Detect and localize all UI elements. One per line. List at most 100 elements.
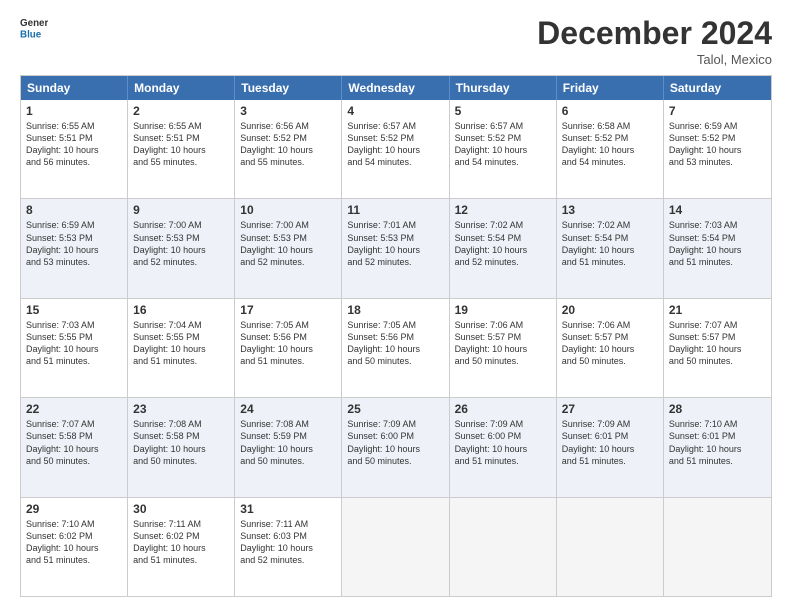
- day-number: 14: [669, 203, 766, 217]
- cell-4-thu: 26 Sunrise: 7:09 AMSunset: 6:00 PMDaylig…: [450, 398, 557, 496]
- day-number: 2: [133, 104, 229, 118]
- cell-3-thu: 19 Sunrise: 7:06 AMSunset: 5:57 PMDaylig…: [450, 299, 557, 397]
- cell-content: Sunrise: 7:07 AMSunset: 5:57 PMDaylight:…: [669, 319, 766, 368]
- day-number: 9: [133, 203, 229, 217]
- cell-5-tue: 31 Sunrise: 7:11 AMSunset: 6:03 PMDaylig…: [235, 498, 342, 596]
- cell-content: Sunrise: 7:03 AMSunset: 5:54 PMDaylight:…: [669, 219, 766, 268]
- month-title: December 2024: [537, 15, 772, 52]
- cell-1-sat: 7 Sunrise: 6:59 AMSunset: 5:52 PMDayligh…: [664, 100, 771, 198]
- cell-3-mon: 16 Sunrise: 7:04 AMSunset: 5:55 PMDaylig…: [128, 299, 235, 397]
- col-tuesday: Tuesday: [235, 76, 342, 100]
- cell-2-mon: 9 Sunrise: 7:00 AMSunset: 5:53 PMDayligh…: [128, 199, 235, 297]
- cell-4-tue: 24 Sunrise: 7:08 AMSunset: 5:59 PMDaylig…: [235, 398, 342, 496]
- day-number: 28: [669, 402, 766, 416]
- day-number: 3: [240, 104, 336, 118]
- day-number: 31: [240, 502, 336, 516]
- svg-text:General: General: [20, 18, 48, 29]
- cell-2-sat: 14 Sunrise: 7:03 AMSunset: 5:54 PMDaylig…: [664, 199, 771, 297]
- cell-2-sun: 8 Sunrise: 6:59 AMSunset: 5:53 PMDayligh…: [21, 199, 128, 297]
- day-number: 12: [455, 203, 551, 217]
- cell-content: Sunrise: 6:55 AMSunset: 5:51 PMDaylight:…: [133, 120, 229, 169]
- calendar: Sunday Monday Tuesday Wednesday Thursday…: [20, 75, 772, 597]
- cell-4-sun: 22 Sunrise: 7:07 AMSunset: 5:58 PMDaylig…: [21, 398, 128, 496]
- day-number: 23: [133, 402, 229, 416]
- cell-content: Sunrise: 7:11 AMSunset: 6:03 PMDaylight:…: [240, 518, 336, 567]
- day-number: 6: [562, 104, 658, 118]
- col-wednesday: Wednesday: [342, 76, 449, 100]
- cell-content: Sunrise: 7:05 AMSunset: 5:56 PMDaylight:…: [347, 319, 443, 368]
- col-sunday: Sunday: [21, 76, 128, 100]
- day-number: 7: [669, 104, 766, 118]
- col-saturday: Saturday: [664, 76, 771, 100]
- day-number: 8: [26, 203, 122, 217]
- cell-3-wed: 18 Sunrise: 7:05 AMSunset: 5:56 PMDaylig…: [342, 299, 449, 397]
- cell-content: Sunrise: 7:00 AMSunset: 5:53 PMDaylight:…: [133, 219, 229, 268]
- cell-content: Sunrise: 7:02 AMSunset: 5:54 PMDaylight:…: [455, 219, 551, 268]
- calendar-body: 1 Sunrise: 6:55 AMSunset: 5:51 PMDayligh…: [21, 100, 771, 596]
- day-number: 16: [133, 303, 229, 317]
- day-number: 27: [562, 402, 658, 416]
- day-number: 29: [26, 502, 122, 516]
- day-number: 30: [133, 502, 229, 516]
- day-number: 22: [26, 402, 122, 416]
- cell-content: Sunrise: 7:09 AMSunset: 6:00 PMDaylight:…: [455, 418, 551, 467]
- cell-content: Sunrise: 6:56 AMSunset: 5:52 PMDaylight:…: [240, 120, 336, 169]
- cell-content: Sunrise: 7:10 AMSunset: 6:02 PMDaylight:…: [26, 518, 122, 567]
- cell-3-sat: 21 Sunrise: 7:07 AMSunset: 5:57 PMDaylig…: [664, 299, 771, 397]
- cell-1-sun: 1 Sunrise: 6:55 AMSunset: 5:51 PMDayligh…: [21, 100, 128, 198]
- cell-5-sun: 29 Sunrise: 7:10 AMSunset: 6:02 PMDaylig…: [21, 498, 128, 596]
- day-number: 20: [562, 303, 658, 317]
- cell-4-mon: 23 Sunrise: 7:08 AMSunset: 5:58 PMDaylig…: [128, 398, 235, 496]
- col-monday: Monday: [128, 76, 235, 100]
- week-row-3: 15 Sunrise: 7:03 AMSunset: 5:55 PMDaylig…: [21, 298, 771, 397]
- cell-content: Sunrise: 7:04 AMSunset: 5:55 PMDaylight:…: [133, 319, 229, 368]
- day-number: 1: [26, 104, 122, 118]
- cell-content: Sunrise: 6:57 AMSunset: 5:52 PMDaylight:…: [455, 120, 551, 169]
- cell-1-thu: 5 Sunrise: 6:57 AMSunset: 5:52 PMDayligh…: [450, 100, 557, 198]
- cell-5-mon: 30 Sunrise: 7:11 AMSunset: 6:02 PMDaylig…: [128, 498, 235, 596]
- calendar-header: Sunday Monday Tuesday Wednesday Thursday…: [21, 76, 771, 100]
- cell-3-sun: 15 Sunrise: 7:03 AMSunset: 5:55 PMDaylig…: [21, 299, 128, 397]
- cell-3-tue: 17 Sunrise: 7:05 AMSunset: 5:56 PMDaylig…: [235, 299, 342, 397]
- week-row-1: 1 Sunrise: 6:55 AMSunset: 5:51 PMDayligh…: [21, 100, 771, 198]
- day-number: 25: [347, 402, 443, 416]
- day-number: 18: [347, 303, 443, 317]
- svg-text:Blue: Blue: [20, 29, 42, 40]
- cell-content: Sunrise: 7:05 AMSunset: 5:56 PMDaylight:…: [240, 319, 336, 368]
- day-number: 4: [347, 104, 443, 118]
- cell-1-tue: 3 Sunrise: 6:56 AMSunset: 5:52 PMDayligh…: [235, 100, 342, 198]
- cell-5-thu-empty: [450, 498, 557, 596]
- cell-5-sat-empty: [664, 498, 771, 596]
- cell-2-thu: 12 Sunrise: 7:02 AMSunset: 5:54 PMDaylig…: [450, 199, 557, 297]
- page: General Blue December 2024 Talol, Mexico…: [0, 0, 792, 612]
- cell-content: Sunrise: 7:01 AMSunset: 5:53 PMDaylight:…: [347, 219, 443, 268]
- logo: General Blue: [20, 15, 48, 43]
- cell-1-wed: 4 Sunrise: 6:57 AMSunset: 5:52 PMDayligh…: [342, 100, 449, 198]
- cell-content: Sunrise: 6:59 AMSunset: 5:52 PMDaylight:…: [669, 120, 766, 169]
- cell-content: Sunrise: 7:02 AMSunset: 5:54 PMDaylight:…: [562, 219, 658, 268]
- header: General Blue December 2024 Talol, Mexico: [20, 15, 772, 67]
- cell-2-tue: 10 Sunrise: 7:00 AMSunset: 5:53 PMDaylig…: [235, 199, 342, 297]
- cell-content: Sunrise: 6:55 AMSunset: 5:51 PMDaylight:…: [26, 120, 122, 169]
- day-number: 5: [455, 104, 551, 118]
- cell-content: Sunrise: 7:06 AMSunset: 5:57 PMDaylight:…: [455, 319, 551, 368]
- day-number: 17: [240, 303, 336, 317]
- cell-content: Sunrise: 7:09 AMSunset: 6:00 PMDaylight:…: [347, 418, 443, 467]
- week-row-5: 29 Sunrise: 7:10 AMSunset: 6:02 PMDaylig…: [21, 497, 771, 596]
- col-thursday: Thursday: [450, 76, 557, 100]
- cell-5-fri-empty: [557, 498, 664, 596]
- day-number: 19: [455, 303, 551, 317]
- cell-content: Sunrise: 7:08 AMSunset: 5:59 PMDaylight:…: [240, 418, 336, 467]
- cell-content: Sunrise: 7:11 AMSunset: 6:02 PMDaylight:…: [133, 518, 229, 567]
- week-row-4: 22 Sunrise: 7:07 AMSunset: 5:58 PMDaylig…: [21, 397, 771, 496]
- cell-content: Sunrise: 7:00 AMSunset: 5:53 PMDaylight:…: [240, 219, 336, 268]
- col-friday: Friday: [557, 76, 664, 100]
- day-number: 13: [562, 203, 658, 217]
- day-number: 24: [240, 402, 336, 416]
- cell-content: Sunrise: 7:07 AMSunset: 5:58 PMDaylight:…: [26, 418, 122, 467]
- cell-1-fri: 6 Sunrise: 6:58 AMSunset: 5:52 PMDayligh…: [557, 100, 664, 198]
- day-number: 10: [240, 203, 336, 217]
- logo-icon: General Blue: [20, 15, 48, 43]
- cell-content: Sunrise: 7:03 AMSunset: 5:55 PMDaylight:…: [26, 319, 122, 368]
- day-number: 11: [347, 203, 443, 217]
